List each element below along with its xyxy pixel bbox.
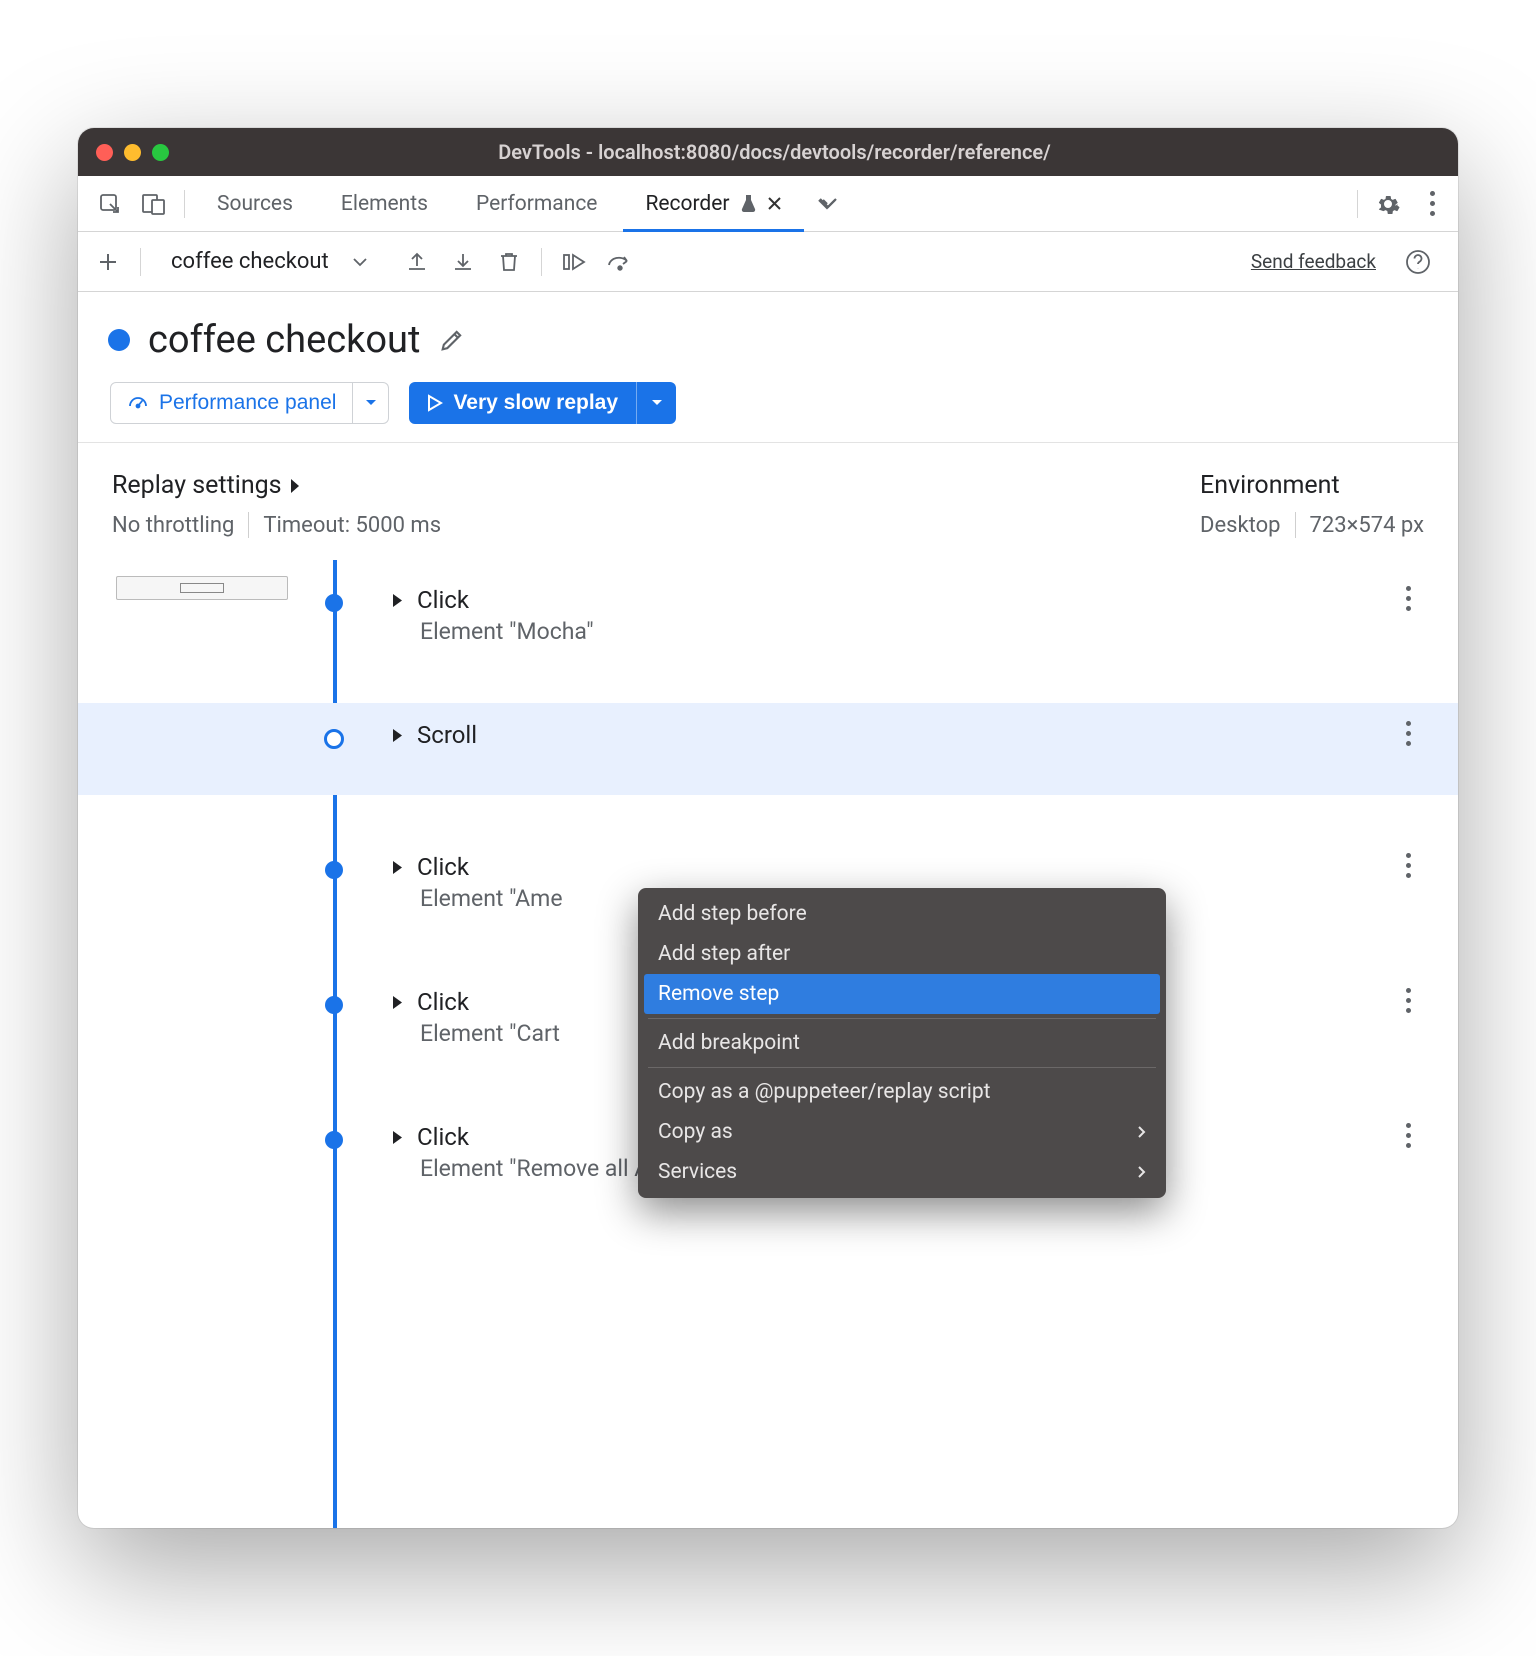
timeline-dot-icon (325, 594, 343, 612)
tab-performance[interactable]: Performance (454, 176, 619, 231)
separator (648, 1067, 1156, 1068)
separator (184, 190, 185, 218)
inspect-icon[interactable] (90, 184, 130, 224)
step-type: Click (417, 988, 469, 1016)
caret-right-icon (392, 995, 403, 1010)
performance-panel-button[interactable]: Performance panel (110, 382, 353, 424)
device-toggle-icon[interactable] (134, 184, 174, 224)
step-more-button[interactable] (1388, 988, 1428, 1013)
tab-sources[interactable]: Sources (195, 176, 315, 231)
step-thumbnail (116, 576, 288, 600)
close-window-button[interactable] (96, 144, 113, 161)
context-menu: Add step before Add step after Remove st… (638, 888, 1166, 1198)
play-icon (427, 394, 443, 412)
replay-settings-row: Replay settings No throttling Timeout: 5… (78, 442, 1458, 560)
ctx-remove-step[interactable]: Remove step (644, 974, 1160, 1014)
ctx-add-breakpoint[interactable]: Add breakpoint (638, 1023, 1166, 1063)
chevron-right-icon (1137, 1125, 1146, 1139)
delete-icon[interactable] (489, 242, 529, 282)
replay-button-group: Very slow replay (409, 382, 676, 424)
caret-right-icon (392, 860, 403, 875)
separator (1357, 190, 1358, 218)
traffic-lights (96, 144, 169, 161)
step-type: Scroll (417, 721, 477, 749)
minimize-window-button[interactable] (124, 144, 141, 161)
settings-icon[interactable] (1368, 184, 1408, 224)
timeline-dot-icon (325, 996, 343, 1014)
timeline-dot-icon (325, 1131, 343, 1149)
step-more-button[interactable] (1388, 1123, 1428, 1148)
step-detail: Element "Mocha" (392, 618, 1388, 645)
maximize-window-button[interactable] (152, 144, 169, 161)
recording-title: coffee checkout (148, 318, 420, 362)
kebab-menu-icon[interactable] (1412, 184, 1452, 224)
performance-panel-button-group: Performance panel (110, 382, 389, 424)
performance-panel-dropdown[interactable] (353, 382, 389, 424)
step-type: Click (417, 853, 469, 881)
edit-title-icon[interactable] (438, 326, 466, 354)
separator (541, 248, 542, 276)
caret-right-icon (290, 478, 300, 494)
ctx-add-step-before[interactable]: Add step before (638, 894, 1166, 934)
caret-right-icon (392, 593, 403, 608)
ctx-add-step-after[interactable]: Add step after (638, 934, 1166, 974)
replay-settings-toggle[interactable]: Replay settings (112, 471, 441, 500)
gauge-icon (127, 392, 149, 414)
environment-label: Environment (1200, 471, 1424, 500)
send-feedback-link[interactable]: Send feedback (1251, 250, 1376, 273)
export-icon[interactable] (397, 242, 437, 282)
new-recording-icon[interactable] (88, 242, 128, 282)
caret-right-icon (392, 728, 403, 743)
step-more-button[interactable] (1388, 853, 1428, 878)
flask-icon (740, 194, 757, 213)
recording-indicator-icon (108, 329, 130, 351)
separator (648, 1018, 1156, 1019)
timeline-dot-icon (324, 729, 344, 749)
dimensions-value: 723×574 px (1310, 513, 1425, 538)
step-over-icon[interactable] (600, 242, 640, 282)
step-row[interactable]: Click Element "Mocha" (78, 560, 1458, 663)
ctx-services[interactable]: Services (638, 1152, 1166, 1192)
step-type: Click (417, 1123, 469, 1151)
window-titlebar: DevTools - localhost:8080/docs/devtools/… (78, 128, 1458, 176)
step-row[interactable]: Scroll (78, 703, 1458, 795)
replay-dropdown[interactable] (636, 382, 676, 424)
close-tab-icon[interactable] (767, 196, 782, 211)
separator (248, 512, 249, 538)
recording-header: coffee checkout Performance panel (78, 292, 1458, 442)
step-replay-icon[interactable] (554, 242, 594, 282)
ctx-copy-as[interactable]: Copy as (638, 1112, 1166, 1152)
ctx-copy-puppeteer[interactable]: Copy as a @puppeteer/replay script (638, 1072, 1166, 1112)
timeout-value: Timeout: 5000 ms (263, 513, 441, 538)
devtools-tabstrip: Sources Elements Performance Recorder (78, 176, 1458, 232)
chevron-right-icon (1137, 1165, 1146, 1179)
caret-right-icon (392, 1130, 403, 1145)
separator (1295, 512, 1296, 538)
window-title: DevTools - localhost:8080/docs/devtools/… (169, 140, 1380, 164)
recording-selector[interactable]: coffee checkout (153, 249, 339, 274)
tab-elements[interactable]: Elements (319, 176, 450, 231)
recording-dropdown-icon[interactable] (345, 242, 375, 282)
more-tabs-icon[interactable] (808, 184, 848, 224)
device-value: Desktop (1200, 513, 1281, 538)
import-icon[interactable] (443, 242, 483, 282)
step-type: Click (417, 586, 469, 614)
recorder-toolbar: coffee checkout Send feedback (78, 232, 1458, 292)
replay-button[interactable]: Very slow replay (409, 382, 636, 424)
devtools-window: DevTools - localhost:8080/docs/devtools/… (78, 128, 1458, 1528)
timeline-dot-icon (325, 861, 343, 879)
separator (140, 248, 141, 276)
throttling-value: No throttling (112, 513, 234, 538)
step-more-button[interactable] (1388, 586, 1428, 611)
help-icon[interactable] (1398, 242, 1438, 282)
tab-recorder[interactable]: Recorder (623, 176, 803, 231)
step-more-button[interactable] (1388, 721, 1428, 746)
